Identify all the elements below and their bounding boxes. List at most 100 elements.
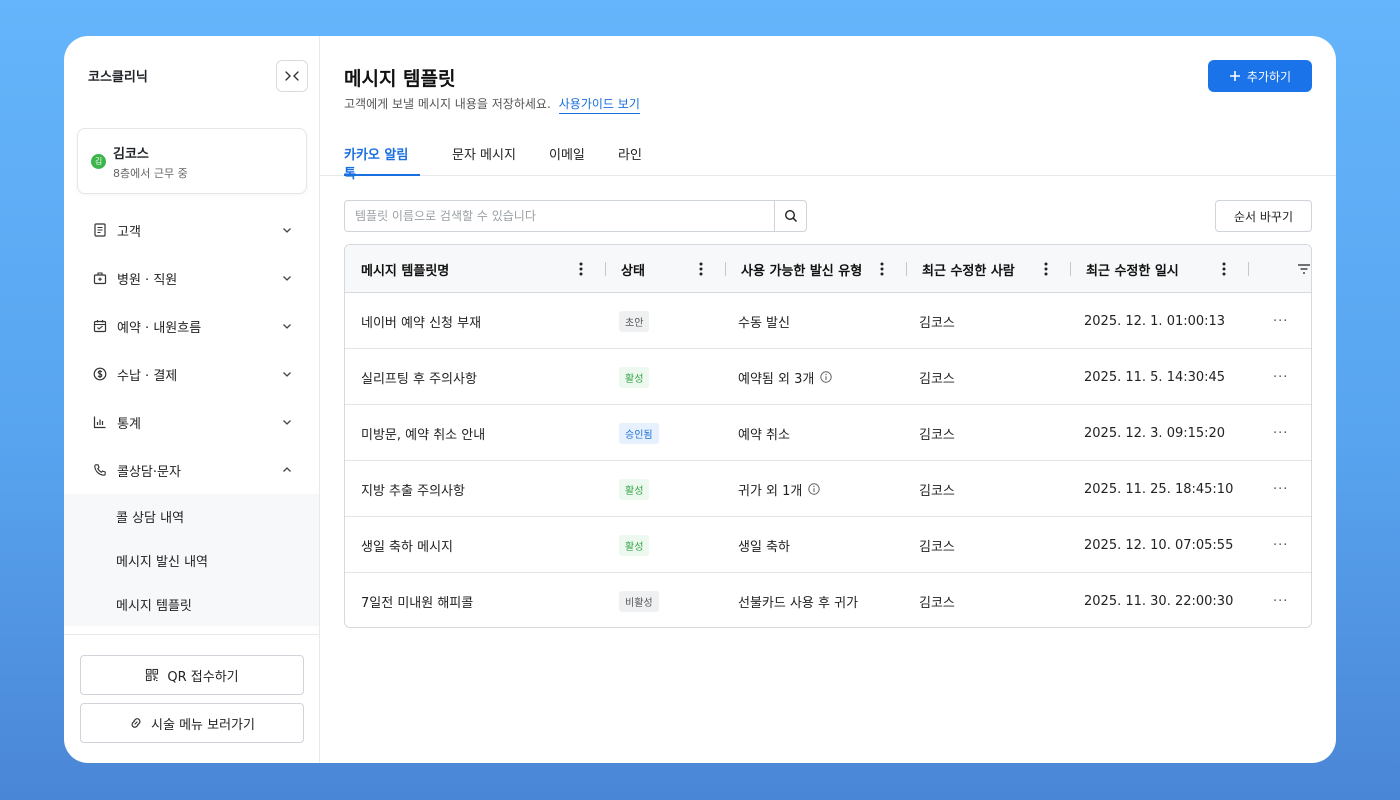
main-content: 메시지 템플릿 고객에게 보낼 메시지 내용을 저장하세요. 사용가이드 보기 … bbox=[320, 36, 1336, 763]
column-menu-icon[interactable] bbox=[1222, 261, 1226, 277]
phone-icon bbox=[92, 462, 108, 478]
procedure-menu-label: 시술 메뉴 보러가기 bbox=[151, 717, 255, 733]
editor-name: 김코스 bbox=[919, 595, 955, 611]
tab-email[interactable]: 이메일 bbox=[549, 144, 585, 176]
column-separator[interactable] bbox=[906, 262, 907, 276]
link-icon bbox=[131, 718, 141, 728]
table-row[interactable]: 네이버 예약 신청 부재 초안 수동 발신 김코스 2025. 12. 1. 0… bbox=[345, 293, 1311, 349]
send-type: 예약 취소 bbox=[738, 405, 790, 461]
user-card[interactable]: 김 김코스 8층에서 근무 중 bbox=[77, 128, 307, 194]
sidebar-item-statistics[interactable]: 통계 bbox=[64, 398, 319, 446]
editor-name: 김코스 bbox=[919, 315, 955, 331]
send-type-label: 예약됨 외 3개 bbox=[738, 371, 815, 387]
column-separator[interactable] bbox=[1248, 262, 1249, 276]
table-row[interactable]: 7일전 미내원 해피콜 비활성 선불카드 사용 후 귀가 김코스 2025. 1… bbox=[345, 573, 1311, 627]
column-menu-icon[interactable] bbox=[699, 261, 703, 277]
channel-tabs: 카카오 알림톡 문자 메시지 이메일 라인 bbox=[320, 140, 1336, 182]
column-header-date[interactable]: 최근 수정한 일시 bbox=[1086, 245, 1179, 293]
modified-date: 2025. 12. 10. 07:05:55 bbox=[1084, 537, 1234, 553]
modified-date: 2025. 12. 1. 01:00:13 bbox=[1084, 313, 1226, 329]
table-row[interactable]: 미방문, 예약 취소 안내 승인됨 예약 취소 김코스 2025. 12. 3.… bbox=[345, 405, 1311, 461]
qr-checkin-label: QR 접수하기 bbox=[167, 669, 239, 685]
send-type: 선불카드 사용 후 귀가 bbox=[738, 573, 858, 627]
sidebar-item-reservation[interactable]: 예약 · 내원흐름 bbox=[64, 302, 319, 350]
add-template-button[interactable]: 추가하기 bbox=[1208, 60, 1312, 92]
info-icon[interactable] bbox=[820, 371, 833, 383]
row-more-icon[interactable]: ··· bbox=[1273, 517, 1288, 573]
search-input[interactable] bbox=[345, 201, 774, 231]
chevron-up-icon bbox=[283, 467, 291, 472]
tab-sms[interactable]: 문자 메시지 bbox=[452, 144, 516, 176]
receipt-icon bbox=[92, 222, 108, 238]
column-header-name[interactable]: 메시지 템플릿명 bbox=[361, 245, 449, 293]
sidebar-item-label: 수납 · 결제 bbox=[117, 368, 178, 384]
user-name: 김코스 bbox=[113, 147, 149, 162]
status-badge: 활성 bbox=[619, 478, 650, 500]
row-more-icon[interactable]: ··· bbox=[1273, 573, 1288, 627]
info-icon[interactable] bbox=[808, 483, 821, 495]
sidebar-subitem-message-template[interactable]: 메시지 템플릿 bbox=[64, 582, 319, 626]
sidebar-item-customers[interactable]: 고객 bbox=[64, 206, 319, 254]
sidebar-item-payment[interactable]: 수납 · 결제 bbox=[64, 350, 319, 398]
column-header-editor[interactable]: 최근 수정한 사람 bbox=[922, 245, 1015, 293]
modified-date: 2025. 12. 3. 09:15:20 bbox=[1084, 425, 1226, 441]
row-more-icon[interactable]: ··· bbox=[1273, 405, 1288, 461]
send-type-label: 수동 발신 bbox=[738, 315, 790, 331]
chart-icon bbox=[92, 414, 108, 430]
tab-line[interactable]: 라인 bbox=[618, 144, 642, 176]
column-header-status[interactable]: 상태 bbox=[621, 245, 645, 293]
editor-name: 김코스 bbox=[919, 371, 955, 387]
status-badge: 승인됨 bbox=[619, 422, 659, 444]
sidebar-item-label: 콜상담·문자 bbox=[117, 464, 181, 480]
sidebar-subitem-message-history[interactable]: 메시지 발신 내역 bbox=[64, 538, 319, 582]
sidebar-item-label: 예약 · 내원흐름 bbox=[117, 320, 202, 336]
user-guide-link[interactable]: 사용가이드 보기 bbox=[558, 95, 640, 114]
template-table: 메시지 템플릿명 상태 사용 가능한 발신 유형 최근 수정한 사람 최근 수정… bbox=[344, 244, 1312, 628]
search-box bbox=[344, 200, 807, 232]
column-menu-icon[interactable] bbox=[579, 261, 583, 277]
chevron-down-icon bbox=[283, 420, 291, 425]
column-menu-icon[interactable] bbox=[1044, 261, 1048, 277]
table-row[interactable]: 생일 축하 메시지 활성 생일 축하 김코스 2025. 12. 10. 07:… bbox=[345, 517, 1311, 573]
sidebar-item-hospital-staff[interactable]: 병원 · 직원 bbox=[64, 254, 319, 302]
sidebar-item-call-sms[interactable]: 콜상담·문자 bbox=[64, 446, 319, 494]
modified-date: 2025. 11. 5. 14:30:45 bbox=[1084, 369, 1226, 385]
procedure-menu-button[interactable]: 시술 메뉴 보러가기 bbox=[80, 703, 304, 743]
send-type: 생일 축하 bbox=[738, 517, 790, 573]
editor-name: 김코스 bbox=[919, 427, 955, 443]
row-more-icon[interactable]: ··· bbox=[1273, 461, 1288, 517]
status-badge: 초안 bbox=[619, 310, 650, 332]
editor-name: 김코스 bbox=[919, 539, 955, 555]
qr-checkin-button[interactable]: QR 접수하기 bbox=[80, 655, 304, 695]
filter-icon[interactable] bbox=[1297, 263, 1311, 275]
sidebar-item-label: 고객 bbox=[117, 224, 141, 240]
column-separator[interactable] bbox=[725, 262, 726, 276]
page-description: 고객에게 보낼 메시지 내용을 저장하세요. 사용가이드 보기 bbox=[344, 95, 640, 114]
row-more-icon[interactable]: ··· bbox=[1273, 293, 1288, 349]
send-type-label: 생일 축하 bbox=[738, 539, 790, 555]
sidebar-footer: QR 접수하기 시술 메뉴 보러가기 bbox=[64, 634, 319, 763]
sidebar-subitem-call-history[interactable]: 콜 상담 내역 bbox=[64, 494, 319, 538]
column-menu-icon[interactable] bbox=[880, 261, 884, 277]
column-header-send-type[interactable]: 사용 가능한 발신 유형 bbox=[741, 245, 862, 293]
reorder-button[interactable]: 순서 바꾸기 bbox=[1215, 200, 1312, 232]
template-name: 미방문, 예약 취소 안내 bbox=[361, 427, 486, 443]
table-row[interactable]: 지방 추출 주의사항 활성 귀가 외 1개 김코스 2025. 11. 25. … bbox=[345, 461, 1311, 517]
brand-name: 코스클리닉 bbox=[88, 70, 148, 85]
column-separator[interactable] bbox=[605, 262, 606, 276]
chevron-down-icon bbox=[283, 276, 291, 281]
tab-kakao-alimtalk[interactable]: 카카오 알림톡 bbox=[344, 144, 420, 182]
table-row[interactable]: 실리프팅 후 주의사항 활성 예약됨 외 3개 김코스 2025. 11. 5.… bbox=[345, 349, 1311, 405]
collapse-sidebar-button[interactable] bbox=[276, 60, 308, 92]
status-badge: 활성 bbox=[619, 366, 650, 388]
row-more-icon[interactable]: ··· bbox=[1273, 349, 1288, 405]
modified-date: 2025. 11. 25. 18:45:10 bbox=[1084, 481, 1234, 497]
search-button[interactable] bbox=[774, 201, 806, 231]
sidebar-submenu: 콜 상담 내역 메시지 발신 내역 메시지 템플릿 bbox=[64, 494, 319, 626]
user-status: 8층에서 근무 중 bbox=[113, 167, 188, 180]
sidebar-item-label: 병원 · 직원 bbox=[117, 272, 178, 288]
add-button-label: 추가하기 bbox=[1246, 69, 1292, 84]
table-body: 네이버 예약 신청 부재 초안 수동 발신 김코스 2025. 12. 1. 0… bbox=[345, 293, 1311, 627]
chevron-down-icon bbox=[283, 324, 291, 329]
column-separator[interactable] bbox=[1070, 262, 1071, 276]
